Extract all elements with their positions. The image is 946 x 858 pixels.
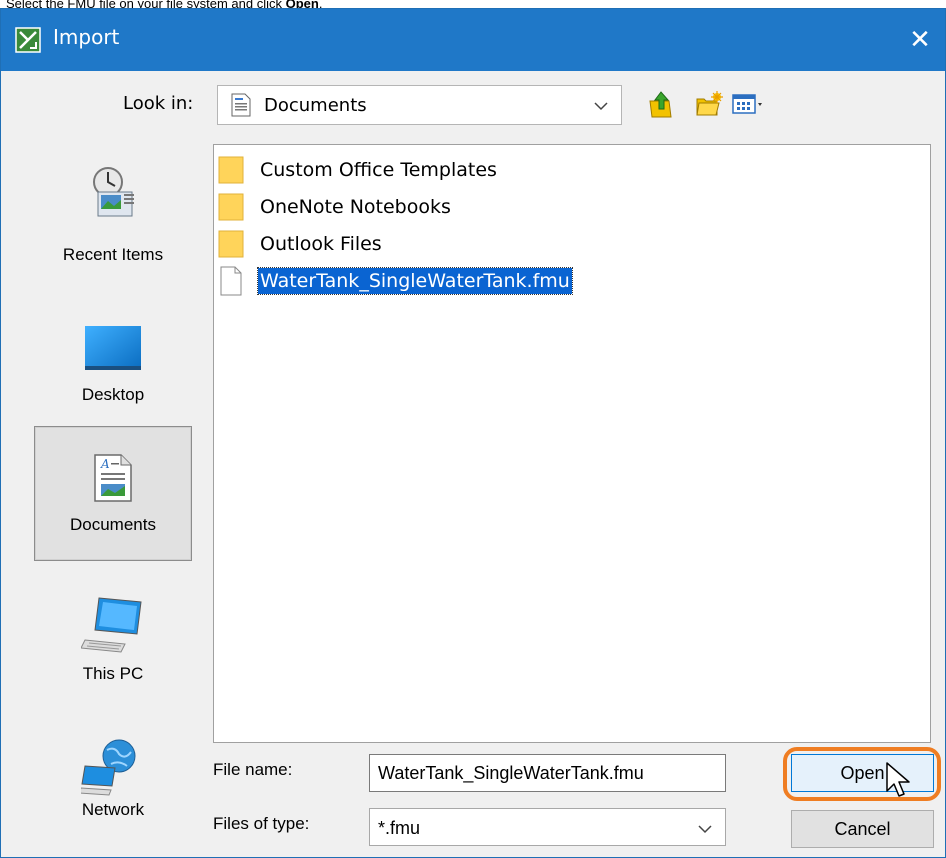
place-this-pc[interactable]: This PC <box>34 576 192 711</box>
files-of-type-label: Files of type: <box>213 814 310 833</box>
file-name: WaterTank_SingleWaterTank.fmu <box>257 267 573 295</box>
view-menu-icon[interactable] <box>731 89 767 119</box>
file-name-input[interactable] <box>369 754 726 792</box>
place-label: Recent Items <box>62 245 164 264</box>
file-name: OneNote Notebooks <box>260 196 451 218</box>
network-icon <box>81 739 136 796</box>
file-icon <box>220 266 242 296</box>
this-pc-icon <box>81 597 142 653</box>
recent-items-icon <box>93 167 134 217</box>
new-folder-icon[interactable] <box>695 89 723 119</box>
chevron-down-icon <box>594 102 608 111</box>
dialog-title: Import <box>53 25 120 49</box>
file-name-label: File name: <box>213 760 293 779</box>
files-of-type-combobox[interactable]: *.fmu <box>369 808 726 846</box>
look-in-value: Documents <box>264 95 367 116</box>
file-name: Outlook Files <box>260 233 382 255</box>
desktop-icon <box>85 326 141 370</box>
cancel-button[interactable]: Cancel <box>791 810 934 848</box>
title-bar: Import ✕ <box>1 9 945 71</box>
place-label: Network <box>81 800 145 819</box>
place-label: Desktop <box>81 385 145 404</box>
mouse-pointer-icon <box>886 762 910 797</box>
list-item-selected[interactable]: WaterTank_SingleWaterTank.fmu <box>218 264 573 298</box>
file-name: Custom Office Templates <box>260 159 497 181</box>
import-dialog: Import ✕ Look in: Documents Recent Items… <box>0 8 946 858</box>
place-desktop[interactable]: Desktop <box>34 276 192 411</box>
folder-up-icon[interactable] <box>647 89 675 119</box>
documents-icon: A <box>94 454 132 502</box>
folder-icon <box>218 193 244 221</box>
files-of-type-value: *.fmu <box>378 818 421 838</box>
svg-text:A: A <box>100 457 110 471</box>
folder-icon <box>218 230 244 258</box>
file-list[interactable]: Custom Office Templates OneNote Notebook… <box>213 144 931 743</box>
place-label: Documents <box>70 515 156 534</box>
list-item[interactable]: OneNote Notebooks <box>218 190 453 224</box>
place-network[interactable]: Network <box>34 716 192 851</box>
look-in-combobox[interactable]: Documents <box>217 85 622 125</box>
places-bar: Recent Items Desktop A Documents This PC… <box>34 136 192 844</box>
documents-icon <box>231 93 251 117</box>
place-documents[interactable]: A Documents <box>34 426 192 561</box>
look-in-label: Look in: <box>123 93 194 114</box>
chevron-down-icon <box>698 825 712 834</box>
folder-icon <box>218 156 244 184</box>
close-button[interactable]: ✕ <box>895 9 945 71</box>
list-item[interactable]: Custom Office Templates <box>218 153 499 187</box>
place-recent-items[interactable]: Recent Items <box>34 136 192 271</box>
place-label: This PC <box>82 664 144 683</box>
list-item[interactable]: Outlook Files <box>218 227 384 261</box>
app-icon <box>15 27 41 53</box>
close-icon: ✕ <box>909 25 931 55</box>
